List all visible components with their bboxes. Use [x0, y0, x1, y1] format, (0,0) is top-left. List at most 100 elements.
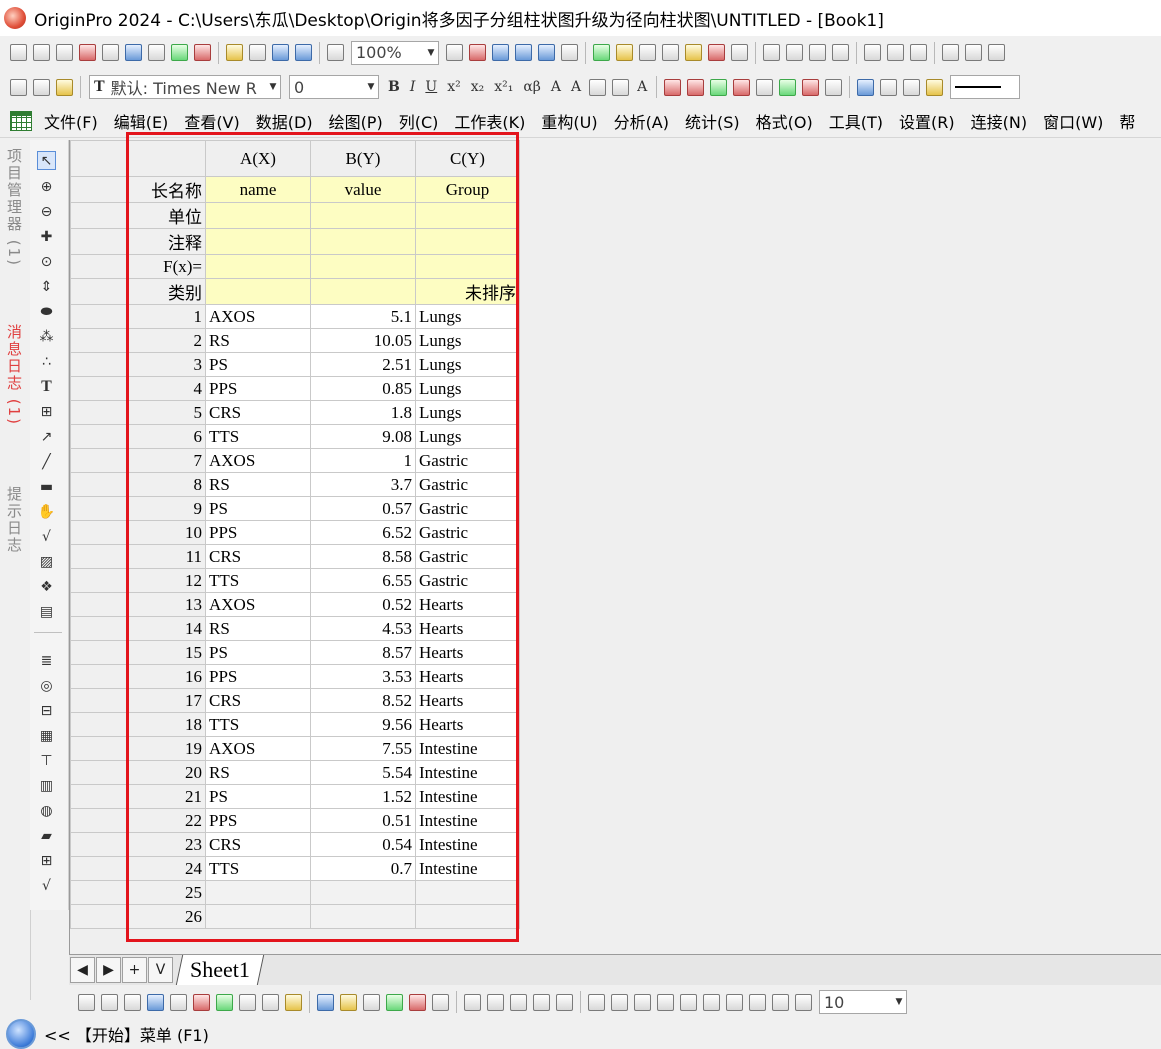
- formula-tool-icon[interactable]: √: [38, 877, 55, 894]
- cell-name[interactable]: RS: [205, 328, 311, 353]
- fx-a[interactable]: [205, 254, 311, 279]
- cell-group[interactable]: Gastric: [415, 448, 520, 473]
- cell-name[interactable]: TTS: [205, 856, 311, 881]
- sum-icon[interactable]: [786, 44, 803, 61]
- cell-group[interactable]: Hearts: [415, 712, 520, 737]
- cell-group[interactable]: Intestine: [415, 736, 520, 761]
- cell-name[interactable]: PS: [205, 784, 311, 809]
- tab-sheet1[interactable]: Sheet1: [175, 955, 265, 985]
- row-number[interactable]: 16: [70, 664, 206, 689]
- equation-icon[interactable]: √: [38, 528, 55, 545]
- menu-tools[interactable]: 工具(T): [829, 109, 883, 133]
- row-number[interactable]: 19: [70, 736, 206, 761]
- italic-button[interactable]: I: [410, 79, 416, 95]
- rescale-icon[interactable]: [533, 993, 550, 1011]
- cell-value[interactable]: 8.58: [310, 544, 416, 569]
- cell-name[interactable]: RS: [205, 760, 311, 785]
- sheet-list-button[interactable]: V: [148, 957, 173, 983]
- cell-name[interactable]: PS: [205, 496, 311, 521]
- menu-format[interactable]: 格式(O): [756, 109, 813, 133]
- zoom-in-icon[interactable]: [639, 44, 656, 61]
- new-function-icon[interactable]: [125, 44, 142, 61]
- annotation-icon[interactable]: ⊞: [38, 403, 55, 420]
- cell-name[interactable]: PPS: [205, 376, 311, 401]
- row-label-comments[interactable]: 注释: [70, 228, 206, 255]
- find-icon[interactable]: [616, 44, 633, 61]
- cell-name[interactable]: RS: [205, 616, 311, 641]
- chevron-down-icon[interactable]: ▼: [892, 991, 906, 1013]
- line-color-icon[interactable]: [903, 78, 921, 96]
- menu-data[interactable]: 数据(D): [256, 109, 313, 133]
- clear-filter-icon[interactable]: [965, 44, 982, 61]
- cell-group[interactable]: Gastric: [415, 568, 520, 593]
- row-number[interactable]: 10: [70, 520, 206, 545]
- chevron-down-icon[interactable]: ▼: [424, 42, 438, 64]
- paste-icon[interactable]: [56, 78, 73, 96]
- empty-cell[interactable]: [310, 904, 416, 929]
- row-number[interactable]: 1: [70, 304, 206, 329]
- cell-name[interactable]: PPS: [205, 520, 311, 545]
- cell-value[interactable]: 2.51: [310, 352, 416, 377]
- row-number[interactable]: 14: [70, 616, 206, 641]
- add-plot-icon[interactable]: [779, 78, 797, 96]
- cell-value[interactable]: 1: [310, 448, 416, 473]
- cell-group[interactable]: Hearts: [415, 688, 520, 713]
- pointer-icon[interactable]: ↖: [37, 151, 56, 170]
- grid-tool-icon[interactable]: ⊞: [38, 852, 55, 869]
- cell-name[interactable]: AXOS: [205, 736, 311, 761]
- project-explorer-toggle-icon[interactable]: [538, 44, 555, 61]
- region-mask-icon[interactable]: ⬬: [38, 303, 55, 320]
- units-a[interactable]: [205, 202, 311, 229]
- new-folder-icon[interactable]: [33, 44, 50, 61]
- cell-name[interactable]: TTS: [205, 568, 311, 593]
- row-label-units[interactable]: 单位: [70, 202, 206, 229]
- cell-group[interactable]: Intestine: [415, 784, 520, 809]
- settings-icon[interactable]: [685, 44, 702, 61]
- cell-group[interactable]: Lungs: [415, 304, 520, 329]
- column-header-c[interactable]: C(Y): [415, 140, 520, 177]
- cell-name[interactable]: TTS: [205, 712, 311, 737]
- draw-data-icon[interactable]: ∴: [38, 353, 55, 370]
- set-column-values-icon[interactable]: [832, 44, 849, 61]
- unmask-icon[interactable]: [487, 993, 504, 1011]
- add-sheet-button[interactable]: +: [122, 957, 147, 983]
- cell-group[interactable]: Lungs: [415, 424, 520, 449]
- long-name-b[interactable]: value: [310, 176, 416, 203]
- insert-image-icon[interactable]: ❖: [38, 578, 55, 595]
- font-select[interactable]: T 默认: Times New R ▼: [89, 75, 281, 99]
- cell-value[interactable]: 9.56: [310, 712, 416, 737]
- fx-c[interactable]: [415, 254, 520, 279]
- list-icon[interactable]: ≣: [38, 652, 55, 669]
- line-style-select[interactable]: [950, 75, 1021, 99]
- menu-help[interactable]: 帮: [1119, 109, 1135, 133]
- next-sheet-button[interactable]: ▶: [96, 957, 121, 983]
- subscript-button[interactable]: x₂: [471, 79, 485, 95]
- data-reader-icon[interactable]: ⊙: [38, 253, 55, 270]
- cell-value[interactable]: 6.55: [310, 568, 416, 593]
- add-column-icon[interactable]: [708, 44, 725, 61]
- category-a[interactable]: [205, 278, 311, 305]
- fill-color-icon[interactable]: [857, 78, 875, 96]
- row-number[interactable]: 13: [70, 592, 206, 617]
- light-icon[interactable]: [926, 78, 944, 96]
- font-color-button[interactable]: A: [637, 79, 647, 95]
- zoom-in-tool-icon[interactable]: ⊕: [38, 178, 55, 195]
- folder-tool-icon[interactable]: ▰: [38, 827, 55, 844]
- cell-value[interactable]: 5.54: [310, 760, 416, 785]
- new-matrix-icon[interactable]: [102, 44, 119, 61]
- row-number[interactable]: 8: [70, 472, 206, 497]
- cell-value[interactable]: 0.51: [310, 808, 416, 833]
- cell-value[interactable]: 4.53: [310, 616, 416, 641]
- cell-group[interactable]: Lungs: [415, 352, 520, 377]
- matrix-tool-icon[interactable]: ▥: [38, 777, 55, 794]
- line-plot-icon[interactable]: [78, 993, 95, 1011]
- 3d-wireframe-icon[interactable]: [363, 993, 380, 1011]
- menu-file[interactable]: 文件(F): [44, 109, 98, 133]
- row-label-fx[interactable]: F(x)=: [70, 254, 206, 279]
- scatter-plot-icon[interactable]: [101, 993, 118, 1011]
- save-template-icon[interactable]: [295, 44, 312, 61]
- sort-icon[interactable]: [809, 44, 826, 61]
- forward-icon[interactable]: [749, 993, 766, 1011]
- zoom-select[interactable]: 100% ▼: [351, 40, 439, 65]
- row-number[interactable]: 18: [70, 712, 206, 737]
